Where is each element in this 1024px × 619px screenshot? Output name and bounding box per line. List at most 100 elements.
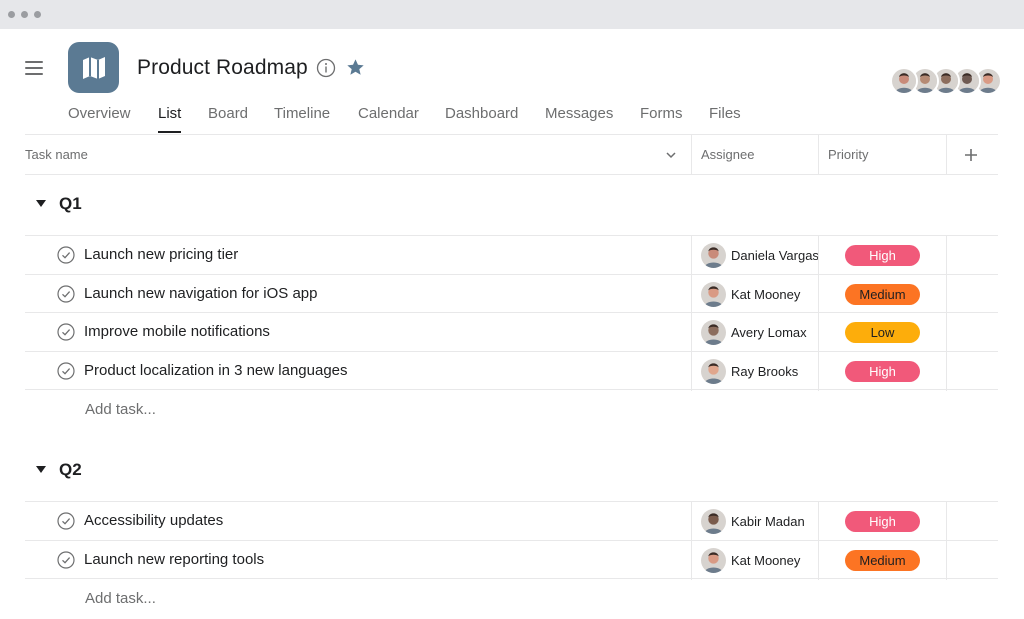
tab-list[interactable]: List	[158, 105, 182, 134]
column-divider	[818, 502, 819, 541]
window-minimize-dot[interactable]	[21, 11, 28, 18]
star-icon[interactable]	[346, 58, 365, 77]
column-divider	[818, 135, 819, 175]
tab-timeline[interactable]: Timeline	[274, 105, 330, 134]
complete-check-icon[interactable]	[57, 323, 75, 341]
section-name[interactable]: Q2	[59, 460, 82, 480]
assignee-name: Avery Lomax	[731, 325, 807, 340]
column-divider	[946, 313, 947, 352]
priority-badge[interactable]: High	[845, 511, 920, 532]
section-header[interactable]: Q1	[25, 175, 998, 235]
project-members[interactable]	[890, 67, 1005, 97]
tab-forms[interactable]: Forms	[640, 105, 683, 134]
map-icon	[82, 56, 105, 79]
avatar	[701, 509, 726, 534]
assignee-name: Kat Mooney	[731, 286, 801, 302]
column-assignee[interactable]: Assignee	[701, 135, 754, 175]
complete-check-icon[interactable]	[57, 512, 75, 530]
column-divider	[691, 236, 692, 275]
assignee-name: Daniela Vargas	[731, 248, 819, 263]
add-column-plus-icon[interactable]	[963, 147, 979, 163]
window-zoom-dot[interactable]	[34, 11, 41, 18]
add-task-row[interactable]: Add task...	[25, 578, 998, 618]
avatar	[701, 358, 726, 384]
avatar	[701, 320, 726, 345]
chevron-down-icon[interactable]	[665, 149, 677, 161]
complete-check-icon[interactable]	[57, 361, 75, 380]
task-row[interactable]: Product localization in 3 new languages R…	[25, 350, 998, 391]
task-name[interactable]: Accessibility updates	[84, 502, 223, 540]
priority-badge[interactable]: High	[845, 245, 920, 266]
assignee-cell[interactable]: Daniela Vargas	[701, 243, 819, 269]
caret-down-icon[interactable]	[36, 200, 46, 208]
column-divider	[691, 502, 692, 541]
task-row[interactable]: Launch new reporting tools Kat Mooney Medi…	[25, 539, 998, 580]
tab-messages[interactable]: Messages	[545, 105, 613, 134]
task-row[interactable]: Accessibility updates Kabir Madan High	[25, 501, 998, 541]
avatar	[701, 243, 726, 268]
column-divider	[818, 540, 819, 580]
assignee-cell[interactable]: Ray Brooks	[701, 358, 819, 385]
column-divider	[691, 540, 692, 580]
avatar-photo-icon	[701, 320, 726, 345]
project-icon[interactable]	[68, 42, 119, 93]
hamburger-menu-icon[interactable]	[25, 60, 43, 76]
window-close-dot[interactable]	[8, 11, 15, 18]
task-row[interactable]: Launch new pricing tier Daniela Vargas Hig…	[25, 235, 998, 275]
assignee-cell[interactable]: Kabir Madan	[701, 509, 819, 535]
tab-overview[interactable]: Overview	[68, 105, 131, 134]
assignee-cell[interactable]: Avery Lomax	[701, 320, 819, 346]
task-name[interactable]: Improve mobile notifications	[84, 313, 270, 351]
column-divider	[691, 313, 692, 352]
add-task-button[interactable]: Add task...	[85, 579, 156, 619]
column-task-name[interactable]: Task name	[25, 135, 88, 175]
avatar-photo-icon	[701, 243, 726, 268]
section-header[interactable]: Q2	[25, 441, 998, 501]
info-icon[interactable]	[316, 58, 336, 78]
assignee-name: Kat Mooney	[731, 552, 801, 568]
caret-down-icon[interactable]	[36, 466, 46, 474]
tab-files[interactable]: Files	[709, 105, 741, 134]
tab-board[interactable]: Board	[208, 105, 248, 134]
member-avatar[interactable]	[890, 67, 918, 95]
task-row[interactable]: Improve mobile notifications Avery Lomax L…	[25, 312, 998, 352]
tab-dashboard[interactable]: Dashboard	[445, 105, 518, 134]
assignee-cell[interactable]: Kat Mooney	[701, 281, 819, 308]
add-task-row[interactable]: Add task...	[25, 389, 998, 429]
task-name[interactable]: Launch new reporting tools	[84, 541, 264, 579]
column-divider	[946, 502, 947, 541]
column-priority[interactable]: Priority	[828, 135, 868, 175]
priority-badge[interactable]: Medium	[845, 283, 920, 305]
column-divider	[946, 135, 947, 175]
avatar-photo-icon	[701, 547, 726, 573]
add-task-button[interactable]: Add task...	[85, 390, 156, 430]
complete-check-icon[interactable]	[57, 550, 75, 569]
tab-calendar[interactable]: Calendar	[358, 105, 419, 134]
column-divider	[691, 274, 692, 314]
column-header-row: Task name Assignee Priority	[25, 135, 998, 175]
complete-check-icon[interactable]	[57, 246, 75, 264]
complete-check-icon[interactable]	[57, 284, 75, 303]
assignee-name: Ray Brooks	[731, 363, 799, 379]
column-divider	[946, 236, 947, 275]
priority-badge[interactable]: Low	[845, 322, 920, 343]
avatar	[701, 281, 726, 307]
priority-badge[interactable]: Medium	[845, 549, 920, 571]
task-row[interactable]: Launch new navigation for iOS app Kat Moo…	[25, 273, 998, 314]
task-name[interactable]: Launch new pricing tier	[84, 236, 238, 274]
task-name[interactable]: Launch new navigation for iOS app	[84, 275, 318, 313]
priority-badge[interactable]: High	[845, 360, 920, 382]
task-name[interactable]: Product localization in 3 new languages	[84, 352, 348, 390]
avatar	[701, 547, 726, 573]
section-name[interactable]: Q1	[59, 194, 82, 214]
avatar-photo-icon	[701, 281, 726, 307]
project-title[interactable]: Product Roadmap	[137, 56, 308, 80]
app-window: Product Roadmap Overview List Board Time…	[0, 29, 1024, 607]
assignee-cell[interactable]: Kat Mooney	[701, 547, 819, 574]
column-divider	[818, 236, 819, 275]
column-divider	[946, 540, 947, 580]
avatar-photo-icon	[701, 358, 726, 384]
column-divider	[691, 351, 692, 391]
avatar-photo-icon	[892, 69, 916, 93]
column-divider	[946, 274, 947, 314]
